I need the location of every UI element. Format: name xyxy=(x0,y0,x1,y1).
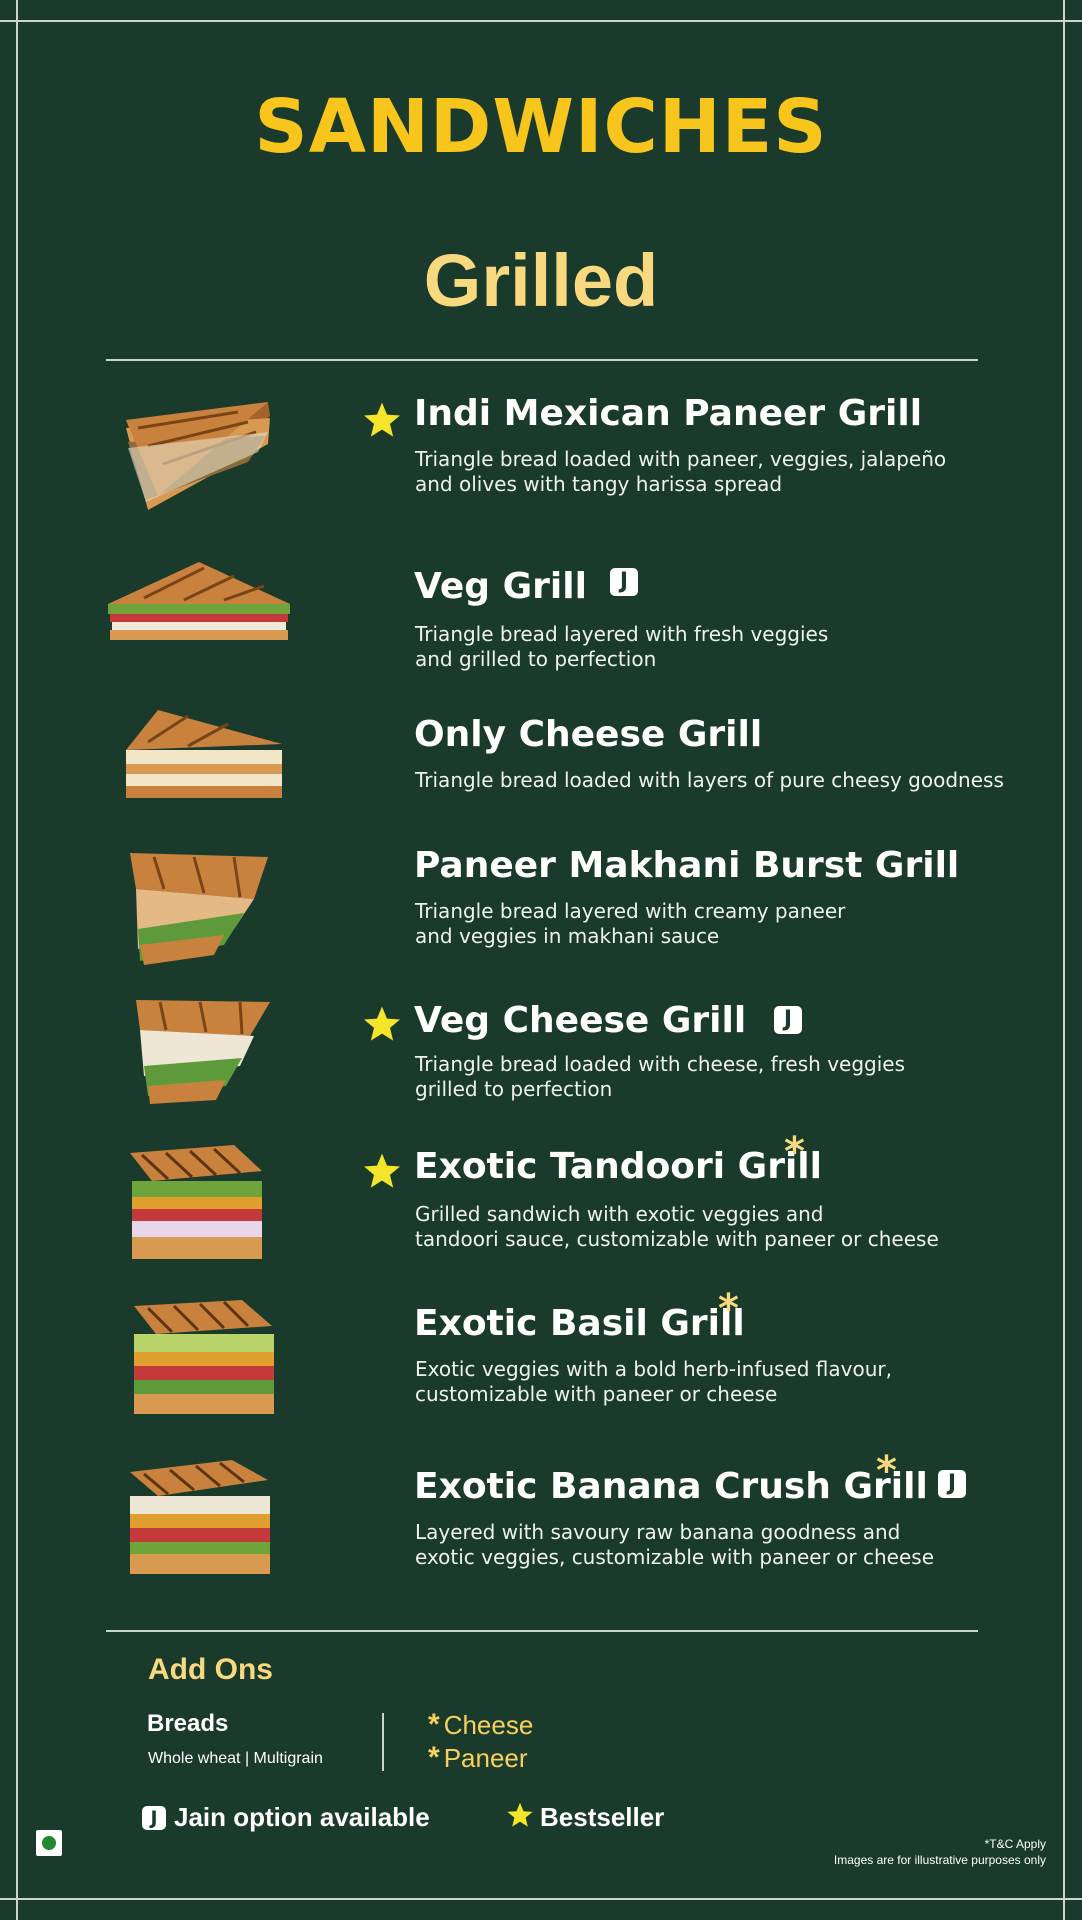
legend-bestseller-label: Bestseller xyxy=(540,1802,665,1832)
legend-bestseller: Bestseller xyxy=(506,1801,664,1833)
item-description: Triangle bread layered with fresh veggie… xyxy=(415,622,829,671)
addons-separator xyxy=(382,1713,384,1771)
item-name: Exotic Basil Grill xyxy=(414,1303,745,1344)
customizable-marker: * xyxy=(876,1448,897,1494)
veg-mark-icon xyxy=(36,1830,62,1856)
footer-note: *T&C Apply Images are for illustrative p… xyxy=(834,1836,1046,1868)
legend-jain: J Jain option available xyxy=(142,1802,430,1833)
item-name: Exotic Tandoori Grill xyxy=(414,1146,822,1187)
item-name: Indi Mexican Paneer Grill xyxy=(414,393,923,434)
addons-title: Add Ons xyxy=(148,1653,273,1686)
legend-jain-label: Jain option available xyxy=(174,1802,430,1832)
sandwich-image xyxy=(126,710,282,798)
item-description: Layered with savoury raw banana goodness… xyxy=(415,1520,934,1569)
item-name: Paneer Makhani Burst Grill xyxy=(414,845,960,886)
star-icon xyxy=(364,1006,400,1041)
menu-page: SANDWICHES Grilled Indi Mexican Paneer G… xyxy=(0,0,1082,1920)
sandwich-image xyxy=(126,402,270,510)
star-icon xyxy=(507,1802,533,1827)
item-name: Veg Cheese Grill xyxy=(414,1000,747,1041)
menu-title: SANDWICHES xyxy=(254,84,828,170)
addon-extra-label: Paneer xyxy=(443,1743,528,1773)
jain-badge-icon: J xyxy=(774,1006,802,1034)
addon-marker: * xyxy=(428,1708,440,1741)
item-name: Only Cheese Grill xyxy=(414,714,763,755)
item-description: Triangle bread loaded with paneer, veggi… xyxy=(415,447,947,496)
addon-extra-paneer: * Paneer xyxy=(428,1741,528,1775)
addon-extra-cheese: * Cheese xyxy=(428,1708,533,1742)
item-description: Triangle bread loaded with layers of pur… xyxy=(415,768,1004,792)
divider-top xyxy=(106,359,978,361)
customizable-marker: * xyxy=(718,1286,739,1332)
addon-extra-label: Cheese xyxy=(443,1710,534,1740)
frame-border-top xyxy=(0,20,1082,22)
sandwich-image xyxy=(130,853,268,965)
section-title: Grilled xyxy=(423,239,659,322)
addon-marker: * xyxy=(428,1741,440,1774)
image-disclaimer: Images are for illustrative purposes onl… xyxy=(833,1853,1046,1867)
frame-border-bottom xyxy=(0,1898,1082,1900)
item-name: Veg Grill xyxy=(414,566,587,607)
item-description: Grilled sandwich with exotic veggies and… xyxy=(415,1202,939,1251)
item-description: Triangle bread loaded with cheese, fresh… xyxy=(415,1052,905,1101)
breads-label: Breads xyxy=(147,1710,229,1737)
tc-apply: *T&C Apply xyxy=(984,1837,1046,1851)
item-name: Exotic Banana Crush Grill xyxy=(414,1466,928,1507)
jain-badge-icon: J xyxy=(938,1470,966,1498)
sandwich-image xyxy=(136,1000,270,1104)
breads-options: Whole wheat | Multigrain xyxy=(148,1750,323,1767)
sandwich-image xyxy=(108,562,290,640)
item-description: Exotic veggies with a bold herb-infused … xyxy=(415,1357,892,1406)
jain-badge-icon: J xyxy=(610,568,638,596)
star-icon xyxy=(364,402,400,437)
jain-badge-icon: J xyxy=(142,1806,166,1830)
sandwich-image xyxy=(130,1145,262,1259)
item-description: Triangle bread layered with creamy panee… xyxy=(415,899,846,948)
sandwich-image xyxy=(134,1300,274,1414)
sandwich-image xyxy=(130,1460,270,1574)
divider-bottom xyxy=(106,1630,978,1632)
star-icon xyxy=(364,1153,400,1188)
customizable-marker: * xyxy=(784,1129,805,1175)
